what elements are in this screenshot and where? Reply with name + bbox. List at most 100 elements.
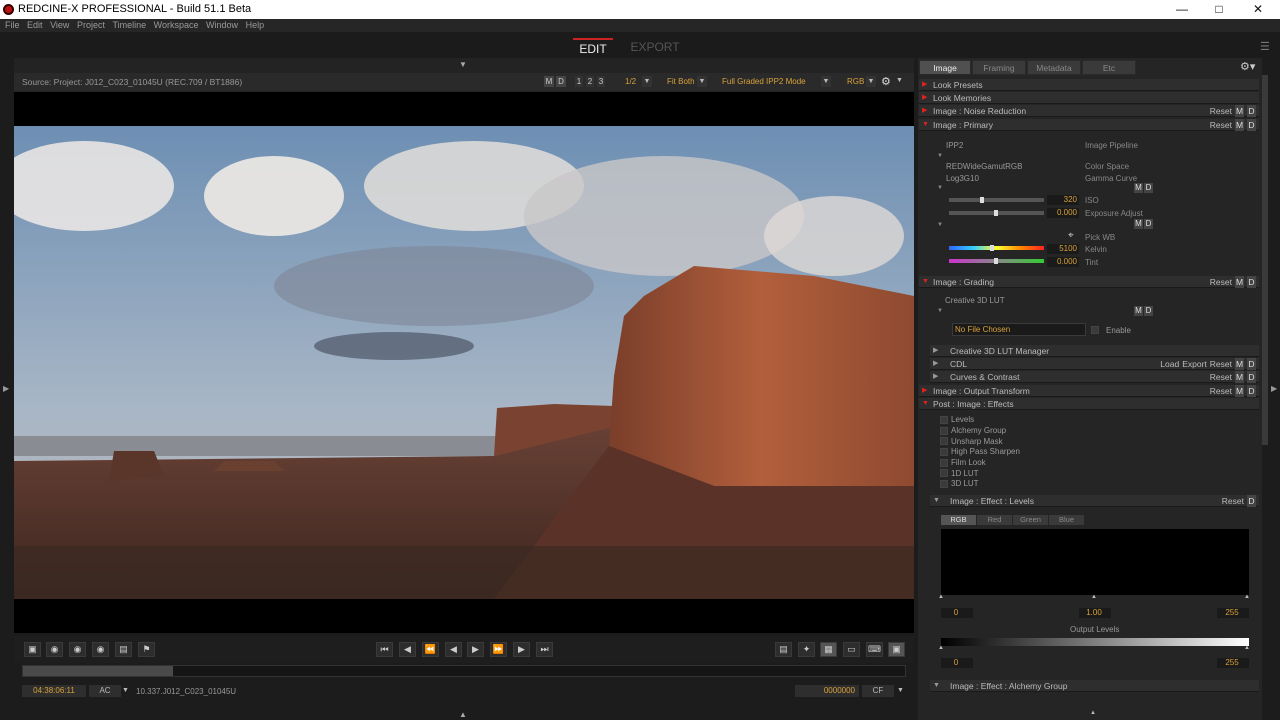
safe-area-icon[interactable]: ▭ bbox=[843, 642, 860, 657]
mode-edit-tab[interactable]: EDIT bbox=[573, 38, 613, 56]
channel-dropdown[interactable]: RGB bbox=[847, 76, 864, 87]
m-button[interactable]: M bbox=[1235, 371, 1244, 383]
d-button[interactable]: D bbox=[1144, 306, 1153, 316]
levels-tab-green[interactable]: Green bbox=[1013, 515, 1048, 525]
fit-arrow-icon[interactable]: ▼ bbox=[697, 76, 707, 87]
effect-checkbox[interactable] bbox=[940, 459, 948, 467]
d-button[interactable]: D bbox=[1247, 119, 1256, 131]
reset-button[interactable]: Reset bbox=[1210, 385, 1232, 397]
expand-left-icon[interactable]: ▶ bbox=[3, 384, 9, 393]
effect-highpass[interactable]: High Pass Sharpen bbox=[951, 447, 1020, 456]
exposure-slider-knob[interactable] bbox=[994, 210, 998, 216]
d-button[interactable]: D bbox=[1247, 495, 1256, 507]
timecode-mode-arrow-icon[interactable]: ▼ bbox=[122, 687, 129, 694]
section-output-transform[interactable]: ▶ Image : Output Transform Reset M D bbox=[919, 385, 1259, 397]
rsd-camera-icon[interactable]: ◉ bbox=[92, 642, 109, 657]
section-lut-manager[interactable]: ▶ Creative 3D LUT Manager bbox=[930, 345, 1259, 357]
d-button[interactable]: D bbox=[1144, 219, 1153, 229]
levels-tab-blue[interactable]: Blue bbox=[1049, 515, 1084, 525]
panel-scrollbar[interactable] bbox=[1262, 75, 1268, 445]
menu-file[interactable]: File bbox=[5, 19, 20, 32]
maximize-button[interactable]: □ bbox=[1207, 2, 1231, 17]
view-3-button[interactable]: 3 bbox=[597, 76, 605, 87]
resolution-arrow-icon[interactable]: ▼ bbox=[642, 76, 652, 87]
input-low-value[interactable]: 0 bbox=[941, 608, 973, 618]
section-curves[interactable]: ▶ Curves & Contrast Reset M D bbox=[930, 371, 1259, 383]
mode-dropdown[interactable]: Full Graded IPP2 Mode bbox=[722, 76, 806, 87]
wand-icon[interactable]: ✦ bbox=[798, 642, 815, 657]
reset-button[interactable]: Reset bbox=[1210, 105, 1232, 117]
section-primary[interactable]: ▼ Image : Primary Reset M D bbox=[919, 119, 1259, 131]
output-low-value[interactable]: 0 bbox=[941, 658, 973, 668]
add-camera-icon[interactable]: ◉ bbox=[69, 642, 86, 657]
iso-slider[interactable] bbox=[949, 198, 1044, 202]
reset-button[interactable]: Reset bbox=[1210, 276, 1232, 288]
tab-image[interactable]: Image bbox=[919, 60, 971, 75]
section-grading[interactable]: ▼ Image : Grading Reset M D bbox=[919, 276, 1259, 288]
preview-image[interactable] bbox=[14, 126, 914, 599]
effect-checkbox[interactable] bbox=[940, 480, 948, 488]
hamburger-menu-icon[interactable]: ☰ bbox=[1260, 40, 1270, 53]
fast-forward-icon[interactable]: ⏩ bbox=[490, 642, 507, 657]
dropdown-arrow-icon[interactable]: ▼ bbox=[937, 153, 943, 159]
gamma-handle-icon[interactable]: ▲ bbox=[1091, 594, 1097, 600]
resolution-dropdown[interactable]: 1/2 bbox=[625, 76, 636, 87]
section-levels[interactable]: ▼ Image : Effect : Levels Reset D bbox=[930, 495, 1259, 507]
view-1-button[interactable]: 1 bbox=[575, 76, 583, 87]
viewer-settings-gear-icon[interactable]: ⚙ bbox=[881, 75, 891, 88]
section-cdl[interactable]: ▶ CDL Load Export Reset M D bbox=[930, 358, 1259, 370]
effect-checkbox[interactable] bbox=[940, 416, 948, 424]
input-high-value[interactable]: 255 bbox=[1217, 608, 1249, 618]
effect-3d-lut[interactable]: 3D LUT bbox=[951, 479, 979, 488]
tint-slider-knob[interactable] bbox=[994, 258, 998, 264]
effect-1d-lut[interactable]: 1D LUT bbox=[951, 469, 979, 478]
m-button[interactable]: M bbox=[1235, 385, 1244, 397]
export-button[interactable]: Export bbox=[1182, 358, 1207, 370]
reset-button[interactable]: Reset bbox=[1210, 119, 1232, 131]
iso-value[interactable]: 320 bbox=[1047, 195, 1079, 205]
m-button[interactable]: M bbox=[1235, 358, 1244, 370]
channel-arrow-icon[interactable]: ▼ bbox=[866, 76, 876, 87]
kelvin-value[interactable]: 5100 bbox=[1047, 244, 1079, 254]
keyboard-icon[interactable]: ⌨ bbox=[866, 642, 883, 657]
pick-wb-eyedropper-icon[interactable]: ⌖ bbox=[1068, 230, 1074, 241]
kelvin-slider-knob[interactable] bbox=[990, 245, 994, 251]
flag-icon[interactable]: ⚑ bbox=[138, 642, 155, 657]
effect-checkbox[interactable] bbox=[940, 448, 948, 456]
gamma-value[interactable]: 1.00 bbox=[1079, 608, 1111, 618]
fit-dropdown[interactable]: Fit Both bbox=[667, 76, 695, 87]
exposure-value[interactable]: 0.000 bbox=[1047, 208, 1079, 218]
iso-slider-knob[interactable] bbox=[980, 197, 984, 203]
m-button[interactable]: M bbox=[1235, 119, 1244, 131]
timecode-display[interactable]: 04:38:06:11 bbox=[22, 685, 86, 697]
effect-checkbox[interactable] bbox=[940, 469, 948, 477]
full-view-icon[interactable]: ▣ bbox=[888, 642, 905, 657]
panel-settings-gear-icon[interactable]: ⚙▾ bbox=[1240, 60, 1255, 73]
go-to-start-icon[interactable]: ⏮ bbox=[376, 642, 393, 657]
m-button[interactable]: M bbox=[1235, 105, 1244, 117]
mode-arrow-icon[interactable]: ▼ bbox=[821, 76, 831, 87]
output-high-handle-icon[interactable]: ▲ bbox=[1244, 645, 1250, 651]
d-button[interactable]: D bbox=[1247, 385, 1256, 397]
levels-tab-red[interactable]: Red bbox=[977, 515, 1012, 525]
colorspace-value[interactable]: REDWideGamutRGB bbox=[946, 162, 1022, 171]
reset-button[interactable]: Reset bbox=[1210, 371, 1232, 383]
tab-metadata[interactable]: Metadata bbox=[1027, 60, 1081, 75]
dropdown-arrow-icon[interactable]: ▼ bbox=[937, 308, 943, 314]
effect-filmlook[interactable]: Film Look bbox=[951, 458, 986, 467]
menu-workspace[interactable]: Workspace bbox=[154, 19, 199, 32]
effect-unsharp[interactable]: Unsharp Mask bbox=[951, 437, 1003, 446]
viewer-settings-arrow-icon[interactable]: ▼ bbox=[896, 77, 903, 84]
camera-icon[interactable]: ◉ bbox=[46, 642, 63, 657]
monitor-icon[interactable]: ▤ bbox=[115, 642, 132, 657]
m-button[interactable]: M bbox=[1235, 276, 1244, 288]
pipeline-value[interactable]: IPP2 bbox=[946, 141, 963, 150]
section-noise-reduction[interactable]: ▶ Image : Noise Reduction Reset M D bbox=[919, 105, 1259, 117]
d-button[interactable]: D bbox=[1247, 358, 1256, 370]
frame-mode-dropdown[interactable]: CF bbox=[862, 685, 894, 697]
m-button[interactable]: M bbox=[1134, 306, 1143, 316]
m-button[interactable]: M bbox=[1134, 219, 1143, 229]
reset-button[interactable]: Reset bbox=[1210, 358, 1232, 370]
gpu-icon[interactable]: ▦ bbox=[820, 642, 837, 657]
effect-checkbox[interactable] bbox=[940, 427, 948, 435]
